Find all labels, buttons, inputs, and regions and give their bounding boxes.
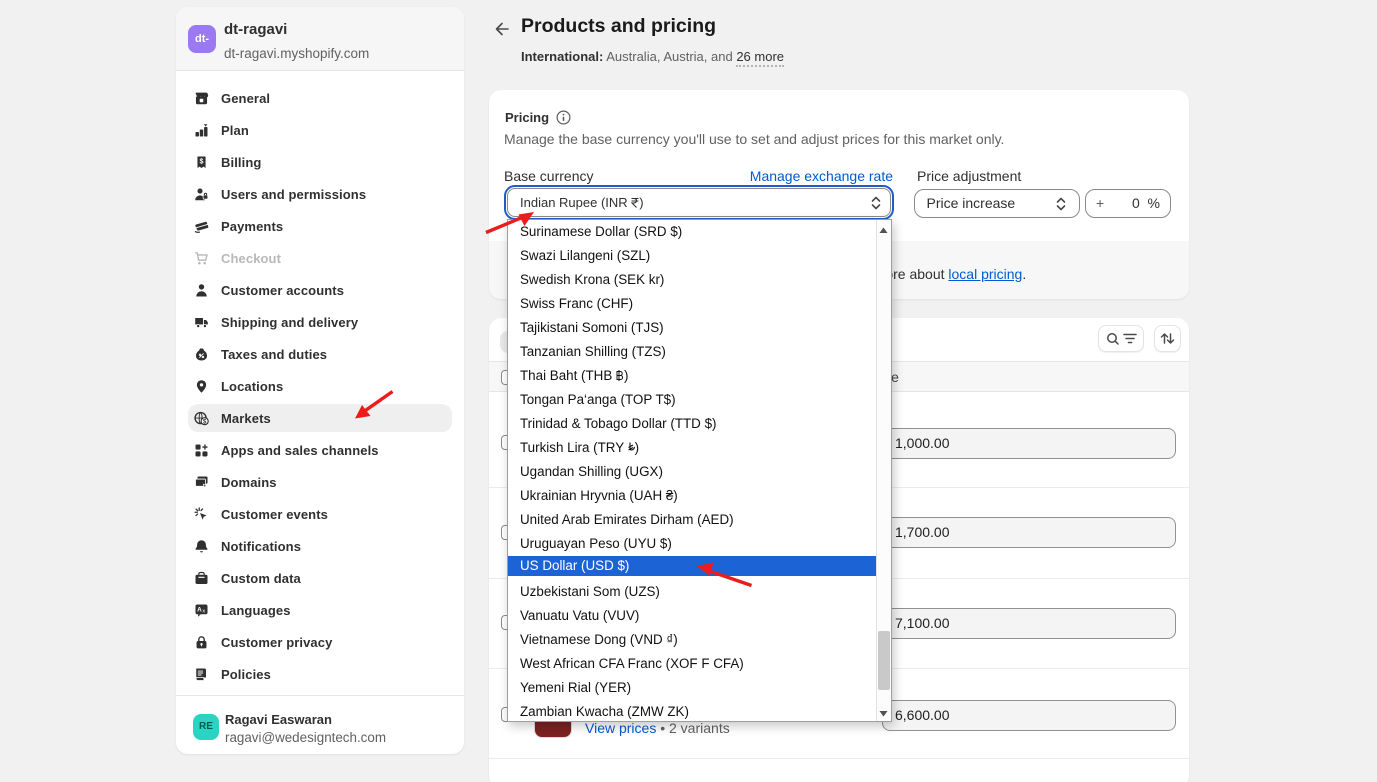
svg-text:$: $ — [200, 157, 204, 165]
svg-text:x: x — [202, 608, 205, 614]
svg-text:A: A — [197, 606, 202, 613]
